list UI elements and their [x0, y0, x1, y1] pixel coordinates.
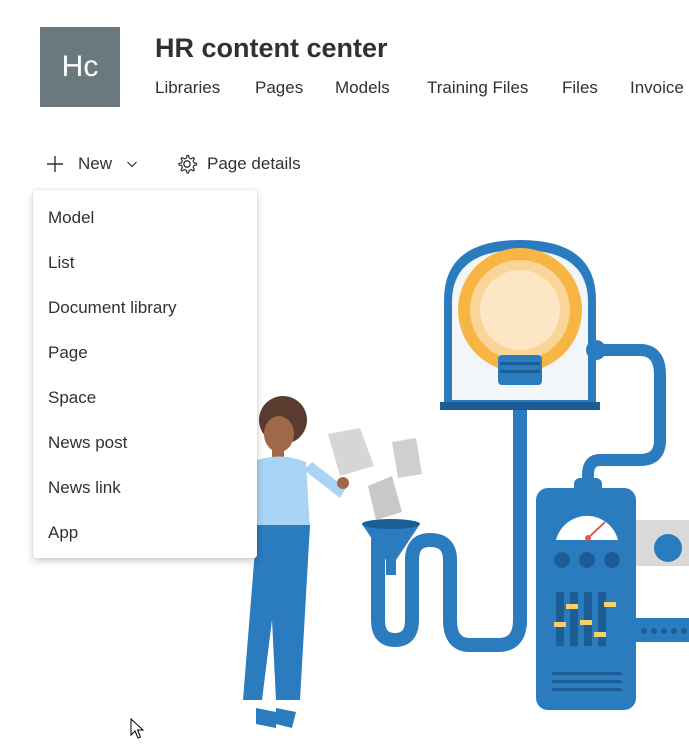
nav-item-training-files[interactable]: Training Files: [427, 78, 528, 98]
page-details-button[interactable]: Page details: [176, 152, 301, 176]
side-pipe: [582, 344, 666, 496]
chevron-down-icon: [127, 161, 137, 168]
nav-item-models[interactable]: Models: [335, 78, 390, 98]
nav-item-pages[interactable]: Pages: [255, 78, 303, 98]
plus-icon: [47, 156, 63, 172]
menu-item-document-library[interactable]: Document library: [48, 298, 177, 318]
mouse-cursor-icon: [130, 718, 145, 739]
gear-icon: [178, 154, 198, 174]
site-navigation: Libraries Pages Models Training Files Fi…: [0, 78, 689, 100]
papers: [328, 428, 422, 520]
nav-item-libraries[interactable]: Libraries: [155, 78, 220, 98]
menu-item-news-link[interactable]: News link: [48, 478, 121, 498]
new-button-label: New: [78, 154, 113, 173]
menu-item-list[interactable]: List: [48, 253, 74, 273]
new-button[interactable]: New: [45, 152, 138, 176]
menu-item-space[interactable]: Space: [48, 388, 96, 408]
menu-item-page[interactable]: Page: [48, 343, 88, 363]
menu-item-news-post[interactable]: News post: [48, 433, 127, 453]
menu-item-app[interactable]: App: [48, 523, 78, 543]
nav-item-files[interactable]: Files: [562, 78, 598, 98]
site-title[interactable]: HR content center: [155, 33, 388, 64]
menu-item-model[interactable]: Model: [48, 208, 94, 228]
machine: [536, 478, 689, 710]
nav-item-invoice[interactable]: Invoice: [630, 78, 684, 98]
page-details-label: Page details: [207, 154, 301, 173]
new-dropdown-menu: Model List Document library Page Space N…: [33, 190, 257, 558]
